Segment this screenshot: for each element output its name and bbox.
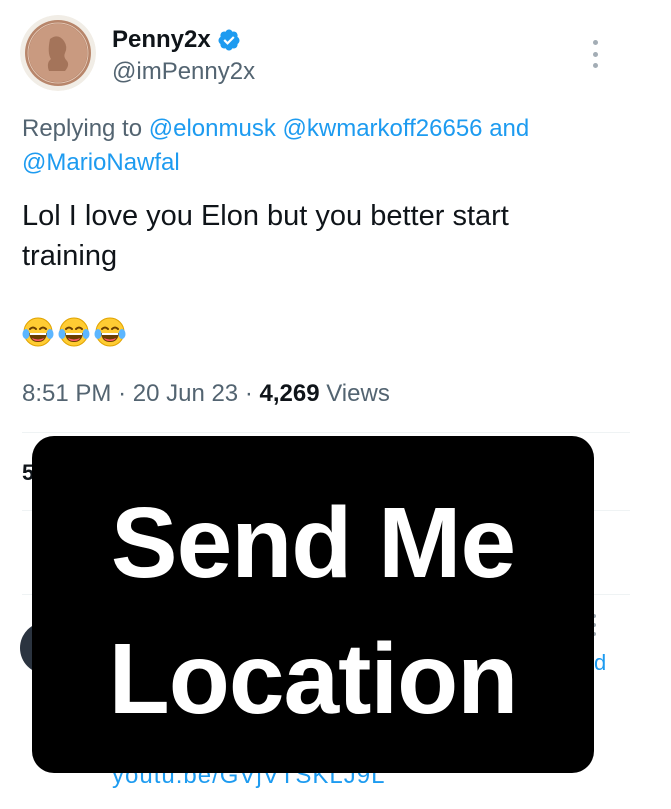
- meta-separator: ·: [118, 380, 127, 407]
- overlay-caption-card: Send Me Location: [32, 436, 594, 773]
- author-display-name[interactable]: Penny2x: [112, 26, 211, 54]
- verified-badge-icon: [218, 29, 240, 51]
- face-with-tears-of-joy-icon: [22, 317, 54, 347]
- mention-link[interactable]: @elonmusk: [149, 115, 276, 142]
- mention-link[interactable]: @MarioNawfal: [22, 149, 180, 176]
- overlay-caption-line: Location: [108, 623, 519, 735]
- author-name-row[interactable]: Penny2x: [112, 26, 241, 54]
- mention-link[interactable]: @kwmarkoff26656: [283, 115, 483, 142]
- face-with-tears-of-joy-icon: [58, 317, 90, 347]
- face-with-tears-of-joy-icon: [94, 317, 126, 347]
- tweet-text-line: Lol I love you Elon but you better start: [22, 200, 509, 232]
- tweet-text: Lol I love you Elon but you better start…: [22, 196, 622, 276]
- tweet-meta: 8:51 PM · 20 Jun 23 · 4,269 Views: [22, 380, 390, 408]
- reply-conjunction[interactable]: and: [489, 115, 529, 142]
- views-label[interactable]: Views: [326, 380, 390, 407]
- author-avatar[interactable]: [20, 15, 96, 91]
- divider: [22, 432, 630, 433]
- penny-coin-avatar-icon: [20, 15, 96, 91]
- reply-context: Replying to @elonmusk @kwmarkoff26656 an…: [22, 112, 622, 180]
- meta-separator: ·: [244, 380, 253, 407]
- emoji-row: [22, 316, 126, 348]
- more-vertical-icon[interactable]: [587, 40, 603, 68]
- reply-text-peek: d: [594, 650, 607, 675]
- overlay-caption-line: Send Me: [110, 487, 516, 599]
- views-count[interactable]: 4,269: [260, 380, 320, 407]
- reply-prefix: Replying to: [22, 115, 143, 142]
- tweet-date[interactable]: 20 Jun 23: [133, 380, 238, 407]
- author-handle[interactable]: @imPenny2x: [112, 58, 255, 86]
- tweet-time[interactable]: 8:51 PM: [22, 380, 111, 407]
- tweet-text-line: training: [22, 240, 118, 272]
